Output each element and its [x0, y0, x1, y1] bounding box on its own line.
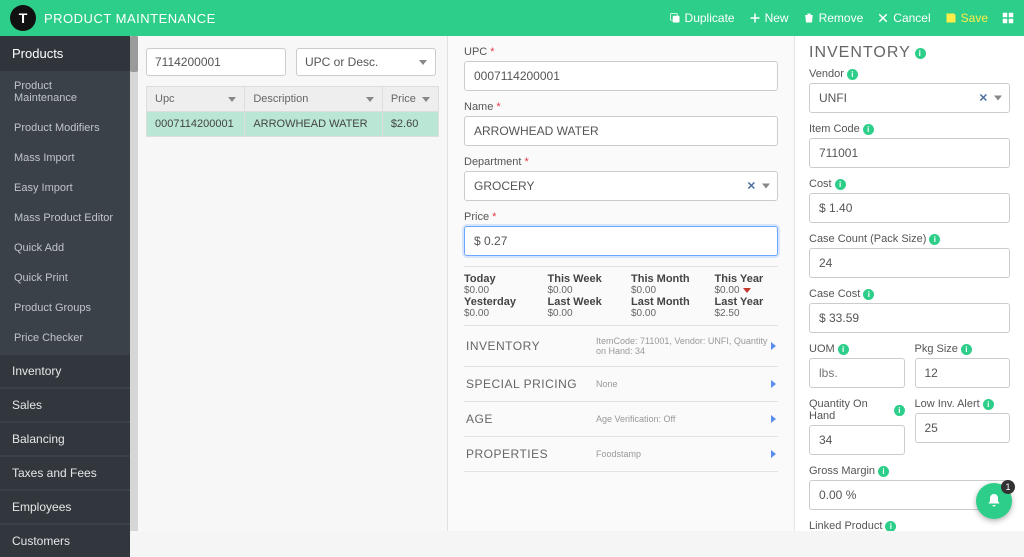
sales-stats: Today$0.00Yesterday$0.00 This Week$0.00L…: [464, 266, 778, 326]
margin-label: Gross Margin: [809, 465, 875, 477]
chevron-down-icon: [419, 60, 427, 65]
upc-field[interactable]: [464, 61, 778, 91]
chevron-right-icon: [771, 380, 776, 388]
cancel-button[interactable]: Cancel: [877, 11, 930, 25]
top-actions: Duplicate New Remove Cancel Save: [669, 11, 1014, 25]
trend-down-icon: [743, 288, 751, 293]
casecost-label: Case Cost: [809, 288, 860, 300]
department-label: Department: [464, 156, 521, 168]
section-properties[interactable]: PROPERTIESFoodstamp: [464, 437, 778, 472]
sidebar-header-products[interactable]: Products: [0, 36, 130, 71]
sidebar-scrollbar[interactable]: [130, 36, 138, 531]
sidebar-item-quick-print[interactable]: Quick Print: [0, 263, 130, 293]
save-button[interactable]: Save: [945, 11, 988, 25]
scrollbar-thumb[interactable]: [130, 36, 138, 72]
clear-icon[interactable]: ✕: [747, 180, 756, 193]
inventory-panel: INVENTORYi Vendori ✕ Item Codei Costi Ca…: [794, 36, 1024, 531]
section-age[interactable]: AGEAge Verification: Off: [464, 402, 778, 437]
info-icon[interactable]: i: [915, 48, 926, 59]
price-label: Price: [464, 211, 489, 223]
qoh-field[interactable]: [809, 425, 905, 455]
section-special-pricing[interactable]: SPECIAL PRICINGNone: [464, 367, 778, 402]
sidebar-section-inventory[interactable]: Inventory: [0, 355, 130, 387]
sidebar-item-product-groups[interactable]: Product Groups: [0, 293, 130, 323]
cell-upc: 0007114200001: [147, 112, 245, 136]
sidebar-section-customers[interactable]: Customers: [0, 525, 130, 557]
itemcode-field[interactable]: [809, 138, 1010, 168]
apps-icon[interactable]: [1002, 12, 1014, 24]
new-button[interactable]: New: [749, 11, 789, 25]
inventory-title: INVENTORY: [809, 44, 911, 62]
uom-label: UOM: [809, 343, 835, 355]
lowinv-label: Low Inv. Alert: [915, 398, 980, 410]
cell-price: $2.60: [383, 112, 438, 136]
sidebar-section-sales[interactable]: Sales: [0, 389, 130, 421]
app-logo: T: [10, 5, 36, 31]
col-description[interactable]: Description: [245, 87, 383, 111]
sidebar-item-mass-product-editor[interactable]: Mass Product Editor: [0, 203, 130, 233]
pkgsize-field[interactable]: [915, 358, 1011, 388]
sidebar-item-price-checker[interactable]: Price Checker: [0, 323, 130, 353]
notifications-button[interactable]: 1: [976, 483, 1012, 519]
chevron-down-icon[interactable]: [994, 96, 1002, 101]
lowinv-field[interactable]: [915, 413, 1011, 443]
clear-icon[interactable]: ✕: [979, 92, 988, 105]
sidebar-item-product-modifiers[interactable]: Product Modifiers: [0, 113, 130, 143]
info-icon[interactable]: i: [847, 69, 858, 80]
chevron-right-icon: [771, 450, 776, 458]
price-field[interactable]: [464, 226, 778, 256]
vendor-label: Vendor: [809, 68, 844, 80]
sidebar-item-mass-import[interactable]: Mass Import: [0, 143, 130, 173]
grid-header: Upc Description Price: [146, 86, 439, 112]
sidebar-item-product-maintenance[interactable]: Product Maintenance: [0, 71, 130, 113]
pkgsize-label: Pkg Size: [915, 343, 958, 355]
name-field[interactable]: [464, 116, 778, 146]
casecount-field[interactable]: [809, 248, 1010, 278]
search-input[interactable]: [146, 48, 286, 76]
casecount-label: Case Count (Pack Size): [809, 233, 926, 245]
topbar: T PRODUCT MAINTENANCE Duplicate New Remo…: [0, 0, 1024, 36]
cell-desc: ARROWHEAD WATER: [245, 112, 383, 136]
casecost-field[interactable]: [809, 303, 1010, 333]
chevron-down-icon[interactable]: [762, 184, 770, 189]
sidebar-item-easy-import[interactable]: Easy Import: [0, 173, 130, 203]
itemcode-label: Item Code: [809, 123, 860, 135]
cost-field[interactable]: [809, 193, 1010, 223]
col-upc[interactable]: Upc: [147, 87, 245, 111]
sidebar-section-balancing[interactable]: Balancing: [0, 423, 130, 455]
notification-count: 1: [1001, 480, 1015, 494]
page-title: PRODUCT MAINTENANCE: [44, 11, 216, 26]
linked-label: Linked Product: [809, 520, 882, 531]
search-mode-select[interactable]: UPC or Desc.: [296, 48, 436, 76]
chevron-right-icon: [771, 415, 776, 423]
sidebar-item-quick-add[interactable]: Quick Add: [0, 233, 130, 263]
duplicate-button[interactable]: Duplicate: [669, 11, 735, 25]
bell-icon: [986, 493, 1002, 509]
sidebar-section-taxes[interactable]: Taxes and Fees: [0, 457, 130, 489]
sidebar: Products Product Maintenance Product Mod…: [0, 36, 130, 531]
name-label: Name: [464, 101, 493, 113]
department-select[interactable]: [464, 171, 778, 201]
product-form: UPC* Name* Department* ✕ Price* Today$0.…: [448, 36, 794, 531]
required-icon: *: [490, 46, 494, 58]
product-list-pane: UPC or Desc. Upc Description Price 00071…: [138, 36, 448, 531]
qoh-label: Quantity On Hand: [809, 398, 891, 422]
table-row[interactable]: 0007114200001 ARROWHEAD WATER $2.60: [146, 112, 439, 137]
col-price[interactable]: Price: [383, 87, 438, 111]
section-inventory[interactable]: INVENTORYItemCode: 711001, Vendor: UNFI,…: [464, 326, 778, 367]
sidebar-section-employees[interactable]: Employees: [0, 491, 130, 523]
uom-field[interactable]: [809, 358, 905, 388]
chevron-right-icon: [771, 342, 776, 350]
upc-label: UPC: [464, 46, 487, 58]
cost-label: Cost: [809, 178, 832, 190]
remove-button[interactable]: Remove: [803, 11, 864, 25]
